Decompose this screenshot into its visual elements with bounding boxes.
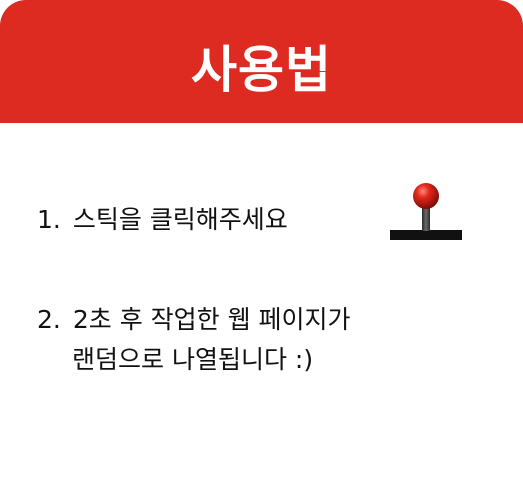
step-2: 2. 2초 후 작업한 웹 페이지가 <box>37 302 351 338</box>
step-1-number: 1. <box>37 205 61 234</box>
header-banner: 사용법 <box>0 0 523 123</box>
joystick-icon[interactable] <box>388 178 464 244</box>
instruction-card: 사용법 1. 스틱을 클릭해주세요 2. 2초 후 작업한 웹 페이지가 랜덤으… <box>0 0 523 499</box>
step-2-continuation: 랜덤으로 나열됩니다 :) <box>72 345 314 374</box>
step-2-text: 2초 후 작업한 웹 페이지가 <box>72 305 351 334</box>
step-1-text: 스틱을 클릭해주세요 <box>72 205 288 234</box>
step-2-number: 2. <box>37 305 61 334</box>
step-1: 1. 스틱을 클릭해주세요 <box>37 202 288 238</box>
page-title: 사용법 <box>191 40 332 99</box>
